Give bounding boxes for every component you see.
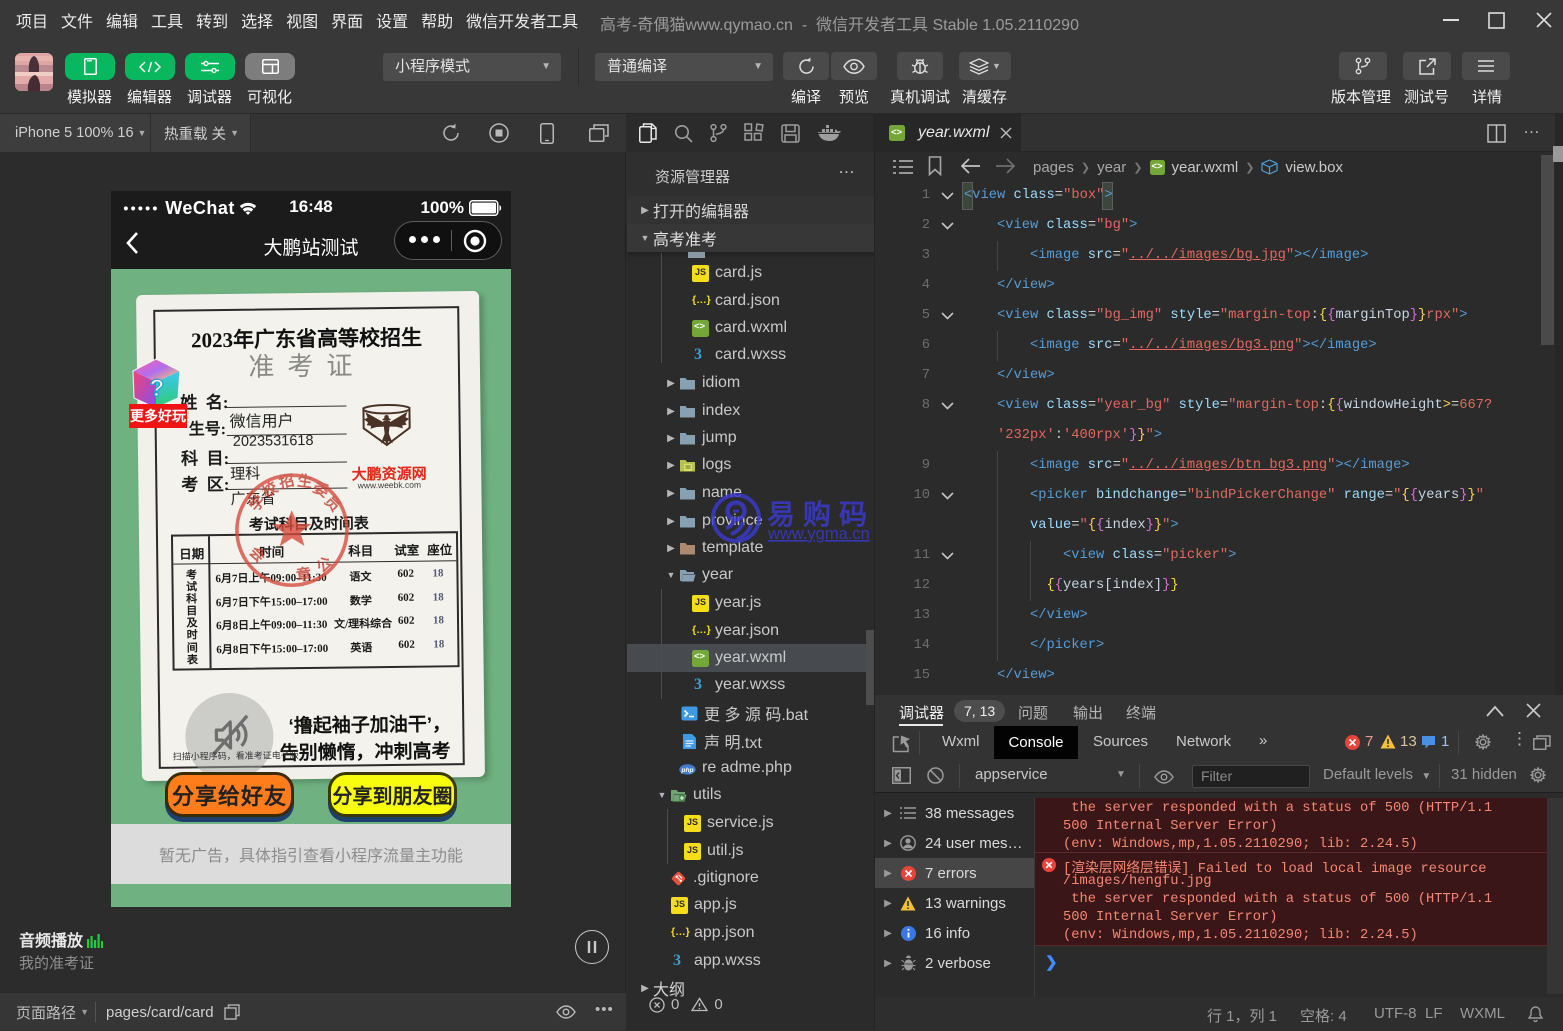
svg-text:?: ? [150, 375, 165, 402]
svg-text:www.ygma.cn: www.ygma.cn [767, 525, 870, 543]
svg-text:生: 生 [296, 472, 313, 492]
svg-text:php: php [680, 767, 693, 774]
svg-text:章: 章 [295, 565, 313, 585]
svg-text:公: 公 [313, 554, 335, 577]
